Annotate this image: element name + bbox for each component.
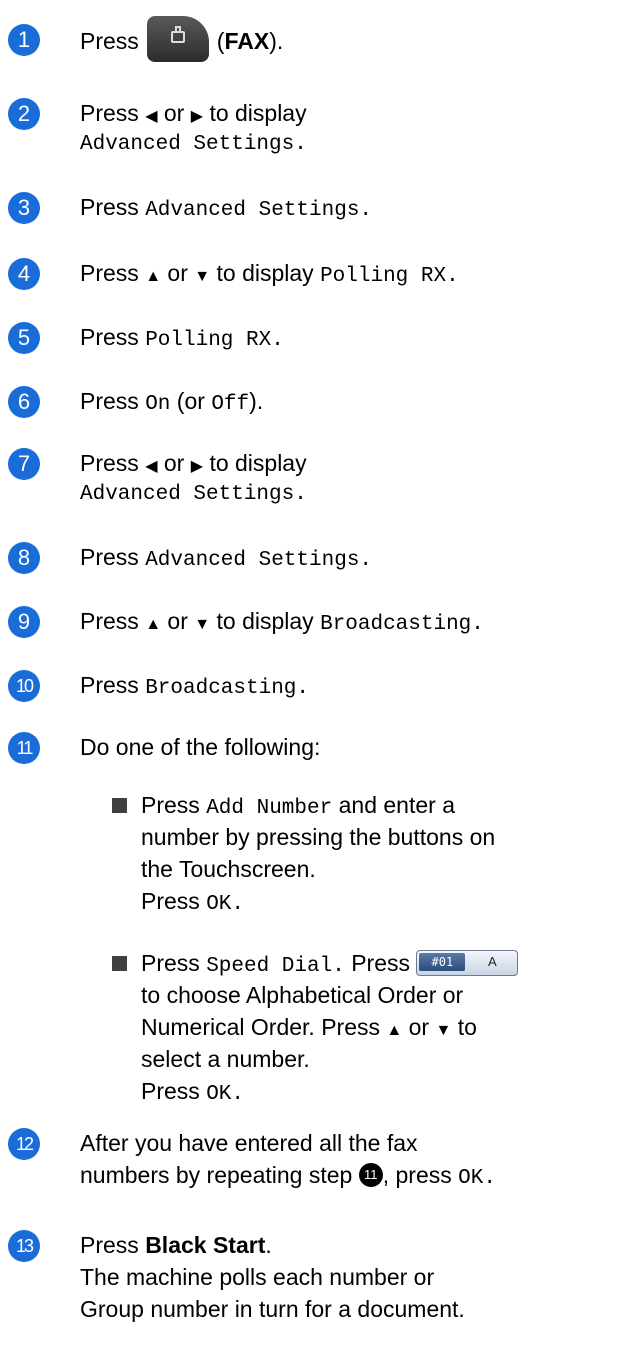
step-text: Press Broadcasting.: [80, 672, 310, 700]
step-number: 10: [8, 670, 40, 702]
step-text-mono: Advanced Settings.: [80, 483, 307, 506]
step-number: 1: [8, 24, 40, 56]
speed-dial-sort-button: #01 A: [416, 949, 519, 976]
step-number: 9: [8, 606, 40, 638]
left-arrow-icon: ◀: [145, 458, 158, 475]
up-arrow-icon: ▲: [145, 268, 162, 285]
step-text: Do one of the following:: [80, 734, 321, 760]
step-text: Press (FAX).: [80, 16, 621, 62]
right-arrow-icon: ▶: [190, 108, 204, 125]
step-number: 8: [8, 542, 40, 574]
step-text-mono: Advanced Settings.: [80, 133, 307, 156]
step-text: Press Advanced Settings.: [80, 194, 373, 222]
step-text: Press On (or Off).: [80, 388, 264, 416]
step-number: 12: [8, 1128, 40, 1160]
right-arrow-icon: ▶: [190, 458, 204, 475]
step-text: Press ▲ or ▼ to display Polling RX.: [80, 260, 459, 288]
square-bullet-icon: [112, 798, 127, 813]
down-arrow-icon: ▼: [194, 268, 211, 285]
step-number: 4: [8, 258, 40, 290]
down-arrow-icon: ▼: [194, 616, 211, 633]
square-bullet-icon: [112, 956, 127, 971]
step-number: 6: [8, 386, 40, 418]
left-arrow-icon: ◀: [145, 108, 158, 125]
fax-icon: [170, 26, 185, 43]
step-reference-badge: 11: [358, 1162, 383, 1187]
step-number: 2: [8, 98, 40, 130]
step-text: Press Advanced Settings.: [80, 544, 373, 572]
step-number: 3: [8, 192, 40, 224]
up-arrow-icon: ▲: [145, 616, 162, 633]
down-arrow-icon: ▼: [435, 1022, 452, 1039]
step-text: Press ▲ or ▼ to display Broadcasting.: [80, 608, 484, 636]
up-arrow-icon: ▲: [386, 1022, 403, 1039]
fax-button: [146, 16, 209, 62]
step-number: 13: [8, 1230, 40, 1262]
step-number: 11: [8, 732, 40, 764]
step-number: 7: [8, 448, 40, 480]
step-text: Press Polling RX.: [80, 324, 284, 352]
step-number: 5: [8, 322, 40, 354]
step-text: Press ◀ or ▶ to display: [80, 450, 307, 476]
step-text: Press ◀ or ▶ to display: [80, 100, 307, 126]
